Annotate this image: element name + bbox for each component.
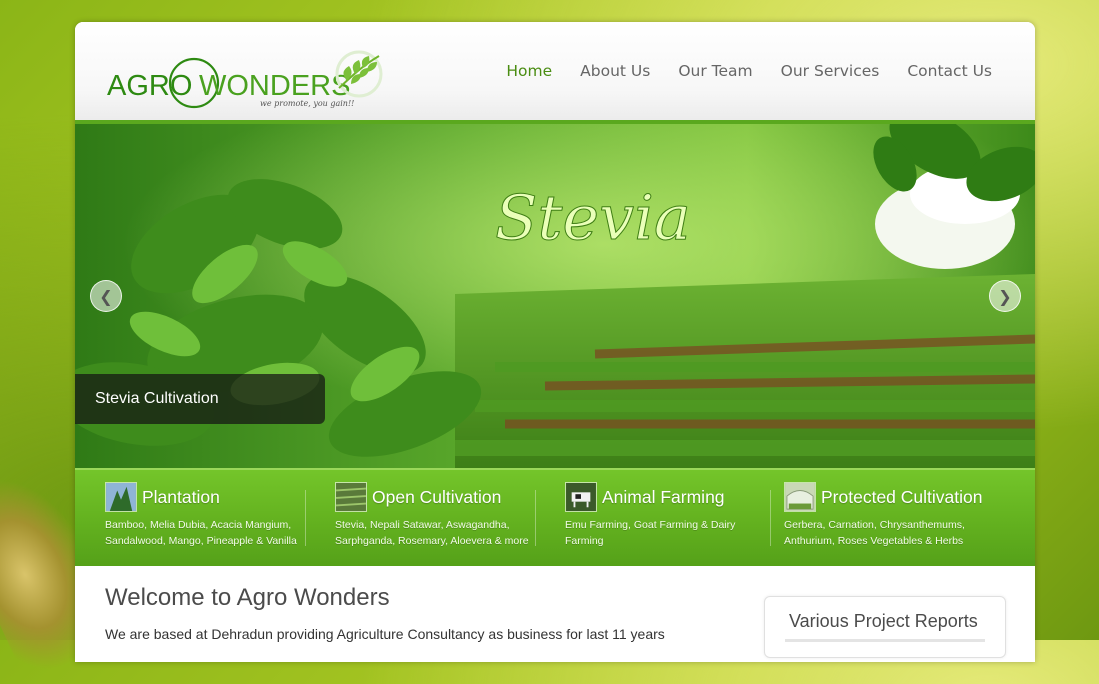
protected-cultivation-thumbnail [784, 482, 816, 512]
service-desc-line: Emu Farming, Goat Farming & Dairy [565, 519, 736, 531]
service-open-cultivation[interactable]: Open Cultivation Stevia, Nepali Satawar,… [305, 470, 535, 566]
service-protected-cultivation[interactable]: Protected Cultivation Gerbera, Carnation… [770, 470, 1035, 566]
nav-contact-us[interactable]: Contact Us [907, 62, 992, 80]
main-content: Welcome to Agro Wonders We are based at … [75, 566, 1035, 662]
service-title: Plantation [142, 486, 220, 507]
nav-home[interactable]: Home [506, 62, 552, 80]
service-desc-line: Bamboo, Melia Dubia, Acacia Mangium, [105, 519, 292, 531]
slide-caption: Stevia Cultivation [75, 374, 325, 424]
slider-prev-button[interactable]: ❮ [90, 280, 122, 312]
svg-text:we promote, you gain!!: we promote, you gain!! [260, 99, 354, 108]
svg-text:Stevia: Stevia [495, 181, 691, 254]
service-title: Protected Cultivation [821, 486, 983, 507]
service-title: Open Cultivation [372, 486, 502, 507]
open-cultivation-thumbnail [335, 482, 367, 512]
arrow-left-icon: ❮ [99, 286, 113, 306]
svg-text:WONDERS: WONDERS [199, 70, 350, 102]
service-desc-line: Anthurium, Roses Vegetables & Herbs [784, 535, 964, 547]
main-nav: Home About Us Our Team Our Services Cont… [478, 62, 992, 80]
service-desc-line: Stevia, Nepali Satawar, Aswagandha, [335, 519, 510, 531]
arrow-right-icon: ❯ [998, 286, 1012, 306]
service-plantation[interactable]: Plantation Bamboo, Melia Dubia, Acacia M… [75, 470, 305, 566]
nav-about-us[interactable]: About Us [580, 62, 650, 80]
page-container: AGRO WONDERS we promote, you gain!! Home… [75, 22, 1035, 662]
service-desc-line: Gerbera, Carnation, Chrysanthemums, [784, 519, 965, 531]
service-desc-line: Sarphganda, Rosemary, Aloevera & more [335, 535, 529, 547]
service-desc-line: Sandalwood, Mango, Pineapple & Vanilla [105, 535, 297, 547]
project-reports-panel: Various Project Reports [764, 596, 1006, 658]
nav-our-services[interactable]: Our Services [781, 62, 880, 80]
service-desc-line: Farming [565, 535, 604, 547]
site-header: AGRO WONDERS we promote, you gain!! Home… [75, 22, 1035, 124]
slider-next-button[interactable]: ❯ [989, 280, 1021, 312]
image-slider: Stevia ❮ ❯ Stevia Cultivation [75, 124, 1035, 468]
plantation-thumbnail [105, 482, 137, 512]
service-animal-farming[interactable]: Animal Farming Emu Farming, Goat Farming… [535, 470, 770, 566]
welcome-heading: Welcome to Agro Wonders [105, 584, 390, 611]
service-title: Animal Farming [602, 486, 725, 507]
animal-farming-thumbnail [565, 482, 597, 512]
svg-text:AGRO: AGRO [107, 70, 192, 102]
project-reports-title[interactable]: Various Project Reports [789, 611, 978, 632]
divider [785, 639, 985, 642]
services-bar: Plantation Bamboo, Melia Dubia, Acacia M… [75, 468, 1035, 566]
nav-our-team[interactable]: Our Team [678, 62, 752, 80]
agro-wonders-logo[interactable]: AGRO WONDERS we promote, you gain!! [107, 46, 387, 114]
